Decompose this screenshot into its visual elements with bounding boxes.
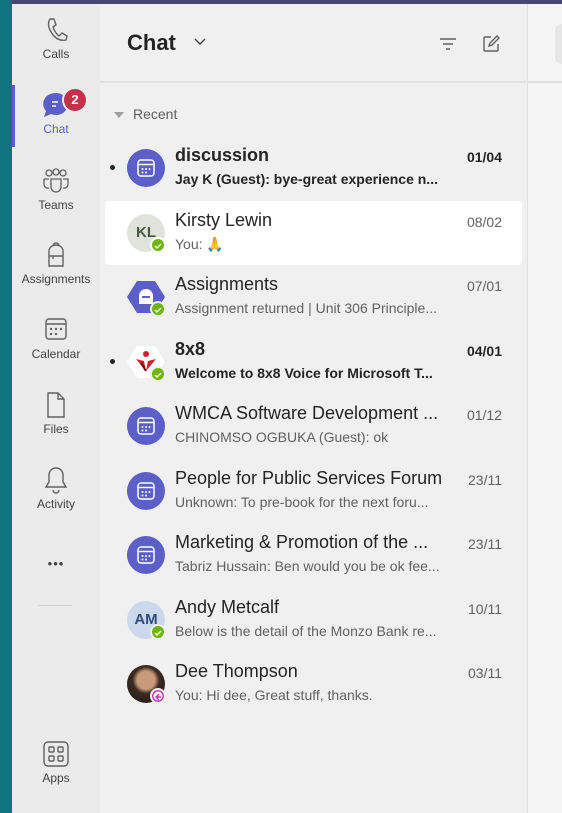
rail-item-files[interactable]: Files — [12, 391, 100, 436]
rail-label: Chat — [43, 122, 69, 136]
calendar-icon — [137, 159, 155, 177]
window-edge — [0, 0, 12, 813]
rail-item-activity[interactable]: Activity — [12, 466, 100, 511]
teams-icon — [43, 168, 69, 193]
chat-list-item[interactable]: discussion 01/04 Jay K (Guest): bye-grea… — [105, 136, 522, 200]
chat-date: 07/01 — [466, 278, 502, 294]
chat-date: 01/04 — [466, 149, 502, 165]
section-label: Recent — [133, 106, 178, 122]
chat-list-item[interactable]: Assignments 07/01 Assignment returned | … — [105, 265, 522, 329]
chat-preview: CHINOMSO OGBUKA (Guest): ok — [175, 429, 389, 445]
chat-name: Assignments — [175, 274, 279, 294]
chat-name: 8x8 — [175, 338, 206, 359]
chat-date: 04/01 — [466, 342, 502, 359]
chat-list-item[interactable]: Dee Thompson 03/11 You: Hi dee, Great st… — [105, 652, 522, 716]
chat-list-item[interactable]: 8x8 04/01 Welcome to 8x8 Voice for Micro… — [105, 330, 522, 394]
rail-item-assignments[interactable]: Assignments — [12, 241, 100, 286]
rail-item-teams[interactable]: Teams — [12, 167, 100, 212]
chat-preview: You: 🙏 — [175, 235, 224, 252]
chat-preview: Unknown: To pre-book for the next foru..… — [175, 493, 429, 510]
chat-date: 23/11 — [468, 471, 502, 488]
presence-available-icon — [150, 365, 166, 382]
chat-preview: Tabriz Hussain: Ben would you be ok fee.… — [175, 558, 440, 574]
chat-list-item[interactable]: KL Kirsty Lewin 08/02 You: 🙏 — [105, 200, 522, 265]
presence-available-icon — [150, 301, 166, 317]
rail-item-calendar[interactable]: Calendar — [12, 316, 100, 361]
calendar-icon — [137, 417, 155, 435]
chat-name: Andy Metcalf — [175, 596, 280, 617]
chat-date: 01/12 — [466, 407, 502, 423]
section-recent[interactable]: Recent — [114, 106, 177, 122]
unread-badge: 2 — [62, 87, 88, 113]
rail-label: Activity — [36, 497, 75, 511]
phone-icon — [47, 18, 68, 41]
chat-list-item[interactable]: AM Andy Metcalf 10/11 Below is the detail… — [105, 588, 522, 652]
chat-header: Chat — [100, 4, 527, 83]
presence-available-icon — [150, 236, 166, 253]
chat-list-item[interactable]: Marketing & Promotion of the ... 23/11 T… — [105, 523, 522, 587]
file-icon — [47, 392, 65, 418]
presence-available-icon — [150, 623, 166, 640]
chat-preview: You: Hi dee, Great stuff, thanks. — [175, 687, 373, 703]
conversation-header — [528, 4, 562, 83]
chat-date: 03/11 — [468, 665, 502, 681]
calendar-icon — [137, 481, 155, 500]
rail-label: Files — [43, 422, 69, 436]
chat-date: 08/02 — [466, 213, 502, 230]
new-chat-icon[interactable] — [481, 34, 501, 54]
chat-name: Marketing & Promotion of the ... — [175, 532, 429, 552]
unread-dot — [110, 358, 115, 364]
rail-divider — [38, 605, 72, 606]
rail-item-calls[interactable]: Calls — [12, 16, 100, 61]
filter-icon[interactable] — [438, 34, 458, 54]
chat-name: Kirsty Lewin — [175, 209, 273, 230]
chat-preview: Assignment returned | Unit 306 Principle… — [175, 300, 437, 316]
caret-down-icon — [114, 112, 124, 119]
chat-name: discussion — [175, 145, 270, 165]
chat-date: 23/11 — [468, 536, 502, 552]
chat-list-panel: Chat Recent discussion 01/04 Jay K (Gues… — [100, 4, 528, 813]
rail-item-chat[interactable]: 2 Chat — [12, 85, 100, 147]
chat-list-item[interactable]: People for Public Services Forum 23/11 U… — [105, 459, 522, 523]
chevron-down-icon[interactable] — [192, 34, 208, 50]
chat-preview: Below is the detail of the Monzo Bank re… — [175, 622, 437, 639]
chat-list-item[interactable]: WMCA Software Development ... 01/12 CHIN… — [105, 394, 522, 458]
page-title: Chat — [127, 30, 176, 55]
rail-label: Apps — [42, 771, 70, 785]
chat-name: WMCA Software Development ... — [175, 403, 439, 423]
unread-dot — [110, 165, 115, 170]
chat-name: People for Public Services Forum — [175, 467, 443, 488]
chat-preview: Jay K (Guest): bye-great experience n... — [175, 171, 438, 187]
rail-label: Calendar — [31, 347, 81, 361]
meeting-avatar — [127, 471, 165, 510]
meeting-avatar — [127, 536, 165, 574]
rail-label: Calls — [42, 47, 70, 61]
calendar-icon — [45, 318, 67, 340]
chat-name: Dee Thompson — [175, 661, 298, 681]
conversation-pane — [528, 4, 562, 813]
apps-icon — [43, 741, 69, 767]
meeting-avatar — [127, 149, 165, 187]
more-apps-button[interactable]: ••• — [12, 556, 100, 571]
bell-icon — [44, 467, 68, 494]
rail-item-apps[interactable]: Apps — [12, 740, 100, 785]
chat-preview: Welcome to 8x8 Voice for Microsoft T... — [175, 364, 433, 381]
app-rail: Calls 2 Chat Teams Assignments Calendar … — [12, 4, 100, 813]
backpack-icon — [48, 242, 64, 267]
chat-date: 10/11 — [468, 600, 502, 617]
avatar — [555, 24, 562, 64]
meeting-avatar — [127, 407, 165, 445]
presence-out-of-office-icon — [150, 688, 166, 704]
rail-label: Assignments — [21, 272, 91, 286]
rail-label: Teams — [38, 198, 74, 212]
calendar-icon — [137, 546, 155, 564]
